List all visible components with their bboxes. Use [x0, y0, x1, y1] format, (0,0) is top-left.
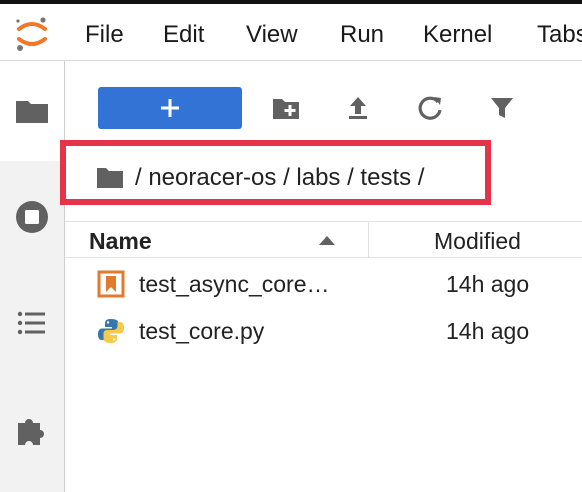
menu-tabs[interactable]: Tabs	[537, 21, 582, 49]
menu-kernel[interactable]: Kernel	[423, 21, 492, 49]
left-sidebar	[0, 61, 65, 492]
folder-icon[interactable]	[14, 93, 50, 129]
menu-edit[interactable]: Edit	[163, 21, 204, 49]
breadcrumb-path[interactable]: / neoracer-os / labs / tests /	[135, 164, 424, 192]
menu-bar: File Edit View Run Kernel Tabs	[0, 4, 582, 61]
column-header-name[interactable]: Name	[89, 228, 152, 255]
notebook-icon	[97, 270, 125, 298]
column-header-modified[interactable]: Modified	[434, 228, 521, 255]
menu-run[interactable]: Run	[340, 21, 384, 49]
file-list-header: Name Modified	[65, 221, 582, 258]
file-modified: 14h ago	[446, 271, 530, 297]
plus-icon	[161, 99, 179, 117]
menu-file[interactable]: File	[85, 21, 124, 49]
menu-view[interactable]: View	[246, 21, 298, 49]
file-name: test_core.py	[139, 318, 265, 344]
filter-icon[interactable]	[487, 93, 517, 123]
column-divider[interactable]	[368, 222, 369, 257]
breadcrumb-home-folder-icon[interactable]	[96, 165, 124, 189]
file-row[interactable]: test_async_core… 14h ago	[65, 262, 582, 308]
file-row[interactable]: test_core.py 14h ago	[65, 309, 582, 355]
python-file-icon	[98, 319, 124, 343]
jupyter-logo-icon[interactable]	[10, 12, 54, 56]
file-browser-panel: / neoracer-os / labs / tests / Name Modi…	[60, 61, 582, 492]
extension-puzzle-icon[interactable]	[14, 411, 50, 447]
file-name: test_async_core…	[139, 271, 330, 297]
sort-ascending-icon	[319, 236, 335, 245]
upload-icon[interactable]	[343, 93, 373, 123]
file-modified: 14h ago	[446, 318, 530, 344]
breadcrumb-highlight-box: / neoracer-os / labs / tests /	[60, 140, 491, 205]
stop-circle-icon[interactable]	[14, 199, 50, 235]
toc-list-icon[interactable]	[14, 305, 50, 341]
new-launcher-button[interactable]	[98, 87, 242, 129]
refresh-icon[interactable]	[415, 93, 445, 123]
new-folder-icon[interactable]	[271, 93, 301, 123]
